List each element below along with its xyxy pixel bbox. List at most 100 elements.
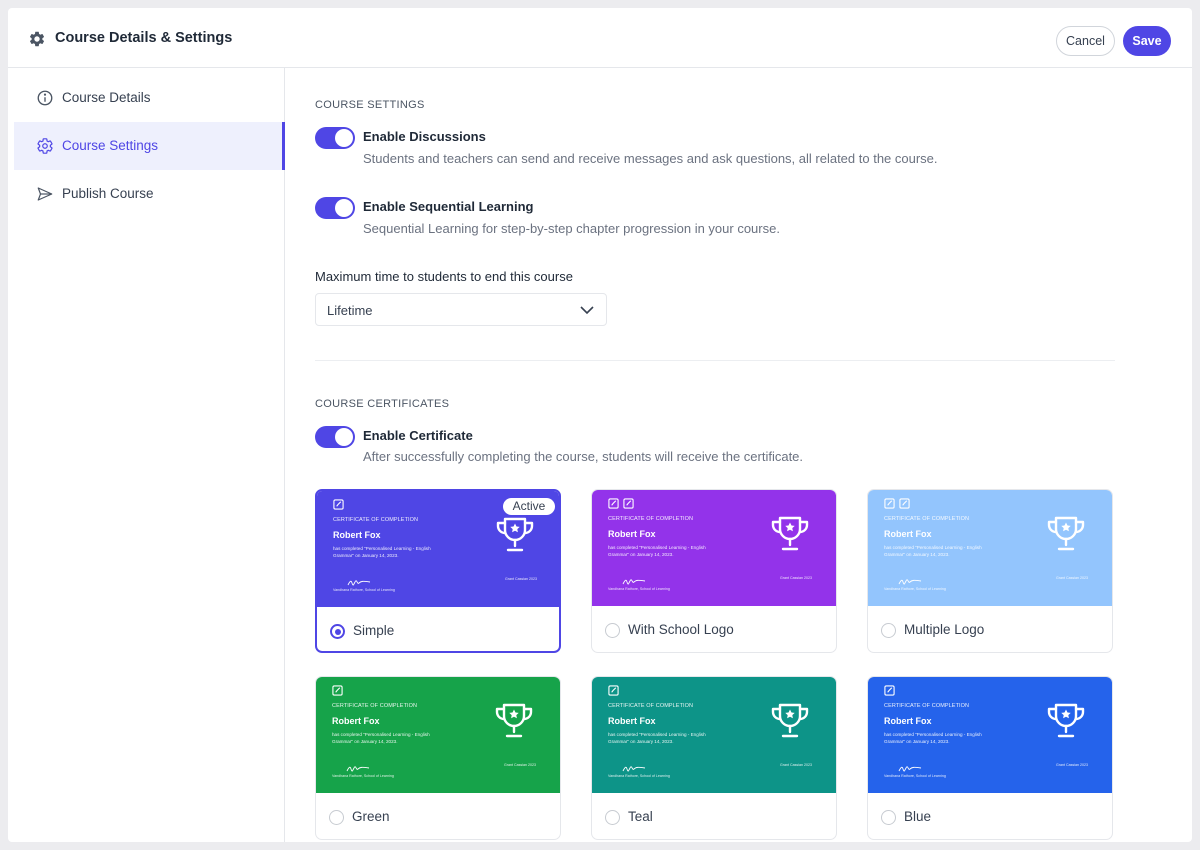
certificate-heading: CERTIFICATE OF COMPLETION [884, 703, 970, 709]
setting-description: After successfully completing the course… [363, 449, 804, 464]
certificate-option-label: Blue [904, 809, 932, 824]
max-time-select[interactable]: Lifetime [315, 293, 607, 326]
signer-name: Grant Cassian 2023 [1056, 576, 1088, 580]
certificate-recipient: Robert Fox [333, 530, 381, 540]
trophy-icon [767, 514, 813, 554]
certificate-option-footer: Teal [592, 793, 836, 839]
certificate-toggle[interactable] [315, 426, 355, 448]
signer-name: Vandhana Rathore, School of Learning [884, 587, 946, 591]
send-icon [37, 187, 53, 201]
logo-group [608, 683, 619, 696]
logo-group [884, 683, 895, 696]
sequential-learning-toggle[interactable] [315, 197, 355, 219]
certificate-radio[interactable] [881, 810, 896, 825]
school-logo-icon [333, 497, 344, 510]
certificate-heading: CERTIFICATE OF COMPLETION [608, 703, 694, 709]
sidebar-item-course-settings[interactable]: Course Settings [14, 122, 285, 170]
school-logo-icon [899, 496, 910, 509]
logo-group [884, 496, 910, 509]
certificate-heading: CERTIFICATE OF COMPLETION [608, 516, 694, 522]
signer-name: Vandhana Rathore, School of Learning [608, 774, 670, 778]
setting-title: Enable Discussions [363, 129, 486, 144]
signer-name: Grant Cassian 2023 [780, 763, 812, 767]
certificate-text: Grammar" on January 14, 2023. [332, 739, 398, 744]
certificate-option-card[interactable]: CERTIFICATE OF COMPLETION Robert Fox has c… [867, 676, 1113, 840]
signer-name: Vandhana Rathore, School of Learning [884, 774, 946, 778]
school-logo-icon [884, 496, 895, 509]
school-logo-icon [332, 683, 343, 696]
certificate-preview: CERTIFICATE OF COMPLETION Robert Fox has c… [592, 677, 836, 793]
certificate-option-label: Teal [628, 809, 653, 824]
sidebar-item-label: Course Settings [62, 138, 159, 153]
certificate-text: has completed "Personalised Learning - E… [608, 545, 706, 550]
school-logo-icon [623, 496, 634, 509]
certificate-heading: CERTIFICATE OF COMPLETION [333, 517, 419, 523]
max-time-label: Maximum time to students to end this cou… [315, 269, 573, 284]
school-logo-icon [608, 683, 619, 696]
certificate-option-footer: Simple [317, 607, 559, 651]
cancel-button[interactable]: Cancel [1056, 26, 1115, 56]
certificate-radio[interactable] [605, 810, 620, 825]
trophy-icon [491, 701, 537, 741]
trophy-icon [492, 515, 538, 555]
certificate-text: Grammar" on January 14, 2023. [884, 739, 950, 744]
logo-group [332, 683, 343, 696]
gear-icon [37, 138, 53, 154]
certificate-preview: CERTIFICATE OF COMPLETION Robert Fox has c… [868, 677, 1112, 793]
trophy-icon [1043, 701, 1089, 741]
certificate-preview: CERTIFICATE OF COMPLETION Robert Fox has c… [592, 490, 836, 606]
certificate-recipient: Robert Fox [332, 716, 380, 726]
signer-name: Grant Cassian 2023 [780, 576, 812, 580]
certificate-radio[interactable] [329, 810, 344, 825]
discussions-toggle[interactable] [315, 127, 355, 149]
certificate-option-card[interactable]: CERTIFICATE OF COMPLETION Robert Fox has c… [591, 489, 837, 653]
certificate-option-label: With School Logo [628, 622, 734, 637]
section-label-course-settings: COURSE SETTINGS [315, 99, 425, 111]
signer-name: Grant Cassian 2023 [1056, 763, 1088, 767]
certificate-recipient: Robert Fox [884, 716, 932, 726]
sidebar-item-label: Course Details [62, 90, 151, 105]
certificate-text: has completed "Personalised Learning - E… [332, 732, 430, 737]
signature-icon [346, 761, 370, 772]
sidebar-item-course-details[interactable]: Course Details [14, 74, 285, 122]
certificate-option-card[interactable]: Active CERTIFICATE OF COMPLETION Robert Fo… [315, 489, 561, 653]
certificate-heading: CERTIFICATE OF COMPLETION [332, 703, 418, 709]
gear-icon [30, 31, 45, 47]
certificate-recipient: Robert Fox [608, 716, 656, 726]
active-badge: Active [503, 498, 555, 515]
setting-description: Students and teachers can send and recei… [363, 151, 938, 166]
signer-name: Grant Cassian 2023 [504, 763, 536, 767]
setting-title: Enable Certificate [363, 428, 473, 443]
sidebar-item-publish-course[interactable]: Publish Course [14, 170, 285, 218]
certificate-option-card[interactable]: CERTIFICATE OF COMPLETION Robert Fox has c… [315, 676, 561, 840]
select-value: Lifetime [327, 303, 373, 318]
certificate-text: has completed "Personalised Learning - E… [608, 732, 706, 737]
logo-group [608, 496, 634, 509]
signature-icon [898, 574, 922, 585]
signature-icon [622, 761, 646, 772]
signer-name: Grant Cassian 2023 [505, 577, 537, 581]
setting-title: Enable Sequential Learning [363, 199, 534, 214]
page-header: Course Details & Settings Cancel Save [8, 8, 1192, 68]
certificate-radio[interactable] [330, 624, 345, 639]
save-button[interactable]: Save [1123, 26, 1171, 56]
signature-icon [622, 574, 646, 585]
certificate-text: Grammar" on January 14, 2023. [608, 552, 674, 557]
certificate-radio[interactable] [605, 623, 620, 638]
signer-name: Vandhana Rathore, School of Learning [608, 587, 670, 591]
trophy-icon [767, 701, 813, 741]
school-logo-icon [884, 683, 895, 696]
certificate-radio[interactable] [881, 623, 896, 638]
main-content: COURSE SETTINGS Enable Discussions Stude… [315, 68, 1175, 842]
sidebar: Course Details Course Settings Publish C… [8, 68, 285, 842]
divider [315, 360, 1115, 361]
certificate-option-footer: Blue [868, 793, 1112, 839]
certificate-recipient: Robert Fox [608, 529, 656, 539]
certificate-preview: CERTIFICATE OF COMPLETION Robert Fox has c… [868, 490, 1112, 606]
certificate-option-card[interactable]: CERTIFICATE OF COMPLETION Robert Fox has c… [591, 676, 837, 840]
school-logo-icon [608, 496, 619, 509]
logo-group [333, 497, 344, 510]
certificate-recipient: Robert Fox [884, 529, 932, 539]
certificate-text: has completed "Personalised Learning - E… [884, 545, 982, 550]
certificate-option-card[interactable]: CERTIFICATE OF COMPLETION Robert Fox has c… [867, 489, 1113, 653]
